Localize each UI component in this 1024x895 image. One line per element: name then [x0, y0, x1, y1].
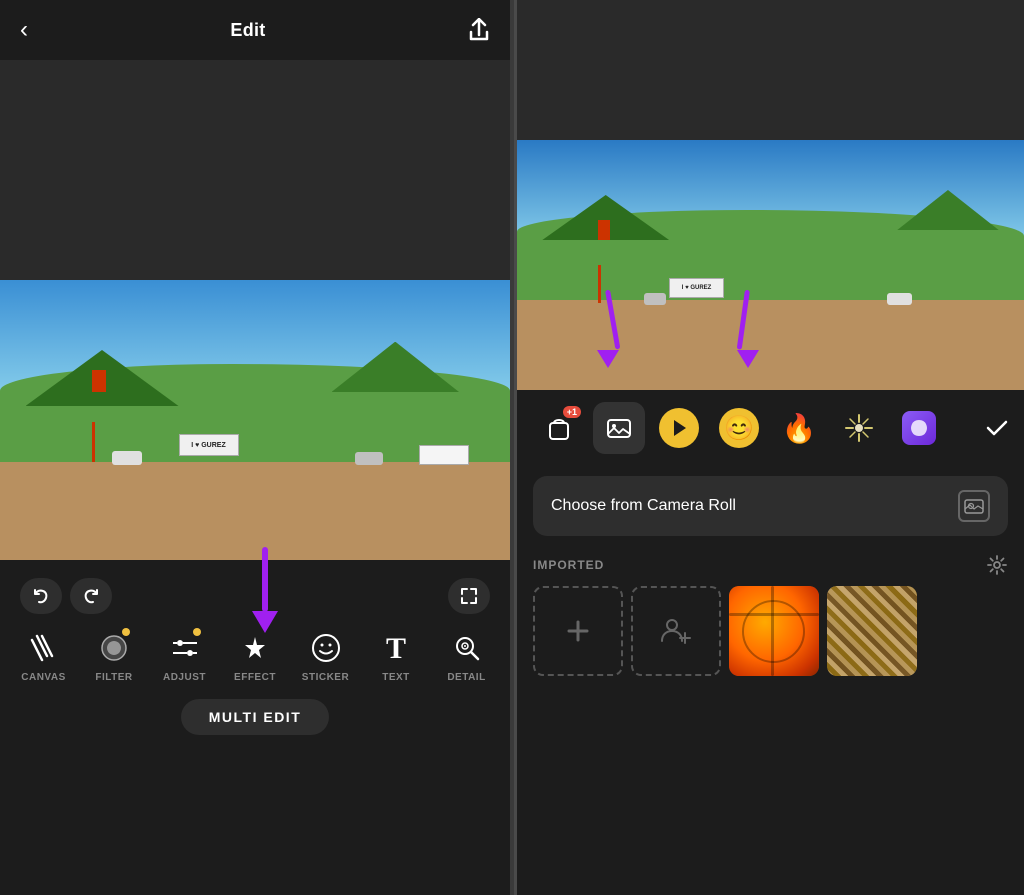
import-add-button[interactable]	[533, 586, 623, 676]
imported-label: IMPORTED	[533, 558, 604, 572]
svg-text:T: T	[386, 632, 406, 664]
sign-right: I ♥ GUREZ	[669, 278, 724, 298]
camera-roll-label: Choose from Camera Roll	[551, 497, 736, 515]
sticker-tool[interactable]: STICKER	[298, 628, 353, 683]
sticker-icon-wrap	[306, 628, 346, 668]
share-button[interactable]	[468, 18, 490, 42]
imported-grid	[533, 586, 1008, 676]
sticker-badge: +1	[563, 406, 581, 418]
car-right-l	[644, 293, 666, 305]
detail-icon-wrap	[447, 628, 487, 668]
car-right	[355, 452, 383, 465]
canvas-tool[interactable]: CANVAS	[16, 628, 71, 683]
bottom-controls: CANVAS FILTER	[0, 560, 510, 895]
emoji-button[interactable]: 😊	[713, 402, 765, 454]
photo-icon	[964, 498, 984, 514]
person-add-icon	[658, 613, 694, 649]
filter-label: FILTER	[95, 672, 132, 683]
right-panel: I ♥ GUREZ +1	[514, 0, 1024, 895]
effect-icon-wrap	[235, 628, 275, 668]
adjust-dot	[193, 628, 201, 636]
dark-top-right	[517, 0, 1024, 140]
purple-arrow-left	[252, 547, 278, 633]
undo-redo-group	[20, 578, 112, 614]
adjust-label: ADJUST	[163, 672, 206, 683]
emoji-face-icon: 😊	[719, 408, 759, 448]
car-left	[112, 451, 142, 465]
adjust-icon-wrap	[165, 628, 205, 668]
text-icon: T	[382, 632, 410, 664]
adjust-icon	[170, 633, 200, 663]
imported-photo-2[interactable]	[827, 586, 917, 676]
sparkle-icon	[842, 411, 876, 445]
purple-shape-icon	[910, 418, 928, 438]
settings-icon[interactable]	[986, 554, 1008, 576]
text-icon-wrap: T	[376, 628, 416, 668]
expand-button[interactable]	[448, 578, 490, 614]
undo-button[interactable]	[20, 578, 62, 614]
sticker-bag-button[interactable]: +1	[533, 402, 585, 454]
imported-section: IMPORTED	[517, 546, 1024, 684]
image-icon	[604, 413, 634, 443]
sticker-label: STICKER	[302, 672, 349, 683]
plus-icon	[564, 617, 592, 645]
flag-pole	[92, 422, 95, 462]
purple-tool-button[interactable]	[893, 402, 945, 454]
canvas-icon-wrap	[24, 628, 64, 668]
main-photo-right: I ♥ GUREZ	[517, 140, 1024, 390]
dark-top-area	[0, 60, 510, 280]
play-circle	[659, 408, 699, 448]
text-tool[interactable]: T TEXT	[369, 628, 424, 683]
back-button[interactable]: ‹	[20, 16, 28, 44]
sign-board-2	[419, 445, 469, 465]
flag-right	[598, 220, 610, 240]
purple-arrow-right-1	[597, 290, 619, 368]
sticker-toolbar: +1 😊 🔥	[517, 390, 1024, 466]
checkmark-icon	[986, 419, 1008, 437]
confirm-button[interactable]	[986, 419, 1008, 437]
flame-button[interactable]: 🔥	[773, 402, 825, 454]
play-triangle-icon	[671, 419, 687, 437]
imported-photo-1[interactable]	[729, 586, 819, 676]
detail-icon	[451, 632, 483, 664]
multi-edit-button[interactable]: MULTI EDIT	[181, 699, 330, 735]
play-button[interactable]	[653, 402, 705, 454]
adjust-tool[interactable]: ADJUST	[157, 628, 212, 683]
purple-arrow-right-2	[737, 290, 759, 368]
import-person-button[interactable]	[631, 586, 721, 676]
effect-label: EFFECT	[234, 672, 276, 683]
page-title: Edit	[230, 20, 265, 41]
effect-icon	[240, 633, 270, 663]
left-panel: ‹ Edit I ♥ GUREZ	[0, 0, 510, 895]
sticker-icon	[310, 632, 342, 664]
ground-right	[517, 300, 1024, 390]
canvas-icon	[28, 632, 60, 664]
flame-icon: 🔥	[782, 412, 817, 445]
canvas-label: CANVAS	[21, 672, 65, 683]
camera-roll-button[interactable]: Choose from Camera Roll	[533, 476, 1008, 536]
header: ‹ Edit	[0, 0, 510, 60]
main-photo-left: I ♥ GUREZ	[0, 280, 510, 560]
filter-dot	[122, 628, 130, 636]
detail-tool[interactable]: DETAIL	[439, 628, 494, 683]
ground-bg	[0, 462, 510, 560]
filter-icon	[99, 633, 129, 663]
imported-header: IMPORTED	[533, 554, 1008, 576]
effect-tool[interactable]: EFFECT	[228, 628, 283, 683]
redo-button[interactable]	[70, 578, 112, 614]
filter-tool[interactable]: FILTER	[87, 628, 142, 683]
purple-icon	[902, 411, 936, 445]
detail-label: DETAIL	[447, 672, 485, 683]
camera-roll-icon	[958, 490, 990, 522]
text-label: TEXT	[382, 672, 410, 683]
filter-icon-wrap	[94, 628, 134, 668]
car-right-r	[887, 293, 912, 305]
image-gallery-button[interactable]	[593, 402, 645, 454]
sparkle-button[interactable]	[833, 402, 885, 454]
sign-board: I ♥ GUREZ	[179, 434, 239, 456]
flag	[92, 370, 106, 392]
